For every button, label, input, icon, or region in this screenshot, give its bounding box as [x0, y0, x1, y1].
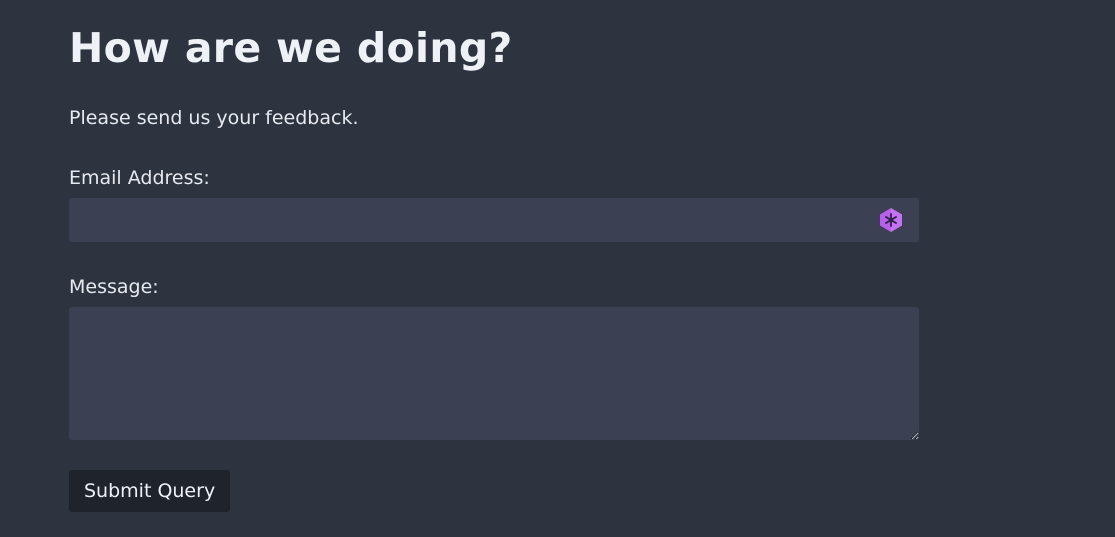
submit-button[interactable]: Submit Query — [69, 470, 231, 512]
email-field[interactable] — [69, 198, 919, 242]
extension-hexagon-icon[interactable] — [877, 206, 905, 234]
extension-hexagon-icon-graphic — [880, 208, 902, 232]
message-label: Message: — [69, 276, 159, 298]
page-title: How are we doing? — [69, 24, 513, 72]
email-label: Email Address: — [69, 167, 210, 189]
message-field[interactable] — [69, 307, 919, 440]
page-subtitle: Please send us your feedback. — [69, 107, 359, 129]
